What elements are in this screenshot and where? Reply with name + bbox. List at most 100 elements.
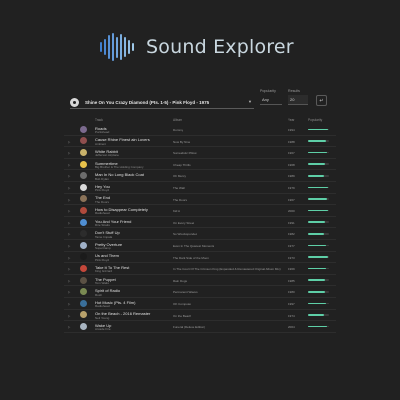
track-artist: Portishead bbox=[95, 130, 110, 135]
play-icon[interactable]: ▷ bbox=[68, 174, 70, 178]
results-label: Results bbox=[288, 89, 300, 93]
track-year: 1977 bbox=[288, 243, 295, 248]
track-album: Cheap Thrills bbox=[173, 162, 191, 167]
table-row[interactable]: ▷ Pretty Overture Supertramp Even In The Qu… bbox=[64, 240, 336, 252]
popularity-bar bbox=[308, 314, 329, 316]
track-artist: Pink Floyd bbox=[95, 257, 110, 262]
table-row[interactable]: ▷ Summertime Big Brother & The Holding Com… bbox=[64, 159, 336, 171]
album-art bbox=[80, 206, 87, 214]
play-icon[interactable]: ▷ bbox=[68, 221, 70, 225]
track-album: Surrealistic Pillow bbox=[173, 151, 197, 156]
album-art bbox=[80, 183, 87, 191]
play-icon[interactable]: ▷ bbox=[68, 232, 70, 236]
table-row[interactable]: ▷ The Puppet Tom Waits Rain Dogs 1985 bbox=[64, 275, 336, 287]
track-year: 2004 bbox=[288, 325, 295, 330]
table-row[interactable]: ▷ Don't Stuff Up Tame Impala So Wrecksponde… bbox=[64, 228, 336, 240]
popularity-fill bbox=[308, 267, 327, 270]
popularity-fill bbox=[308, 256, 328, 258]
play-icon[interactable]: ▷ bbox=[68, 314, 70, 318]
popularity-fill bbox=[308, 198, 328, 200]
popularity-bar bbox=[308, 232, 329, 235]
table-row[interactable]: ▷ Us and Them Pink Floyd The Dark Side of t… bbox=[64, 252, 336, 264]
header-year: Year bbox=[288, 118, 295, 122]
table-row[interactable]: ▷ Wake Up Arcade Fire Funeral (Deluxe Editi… bbox=[64, 321, 336, 333]
play-icon[interactable]: ▷ bbox=[68, 290, 70, 294]
search-button[interactable]: ↵ bbox=[316, 95, 327, 106]
table-row[interactable]: ▷ Man In No Long Black Coat Bob Dylan Oh Me… bbox=[64, 170, 336, 182]
track-album: Permanent Waves bbox=[173, 290, 198, 295]
table-row[interactable]: ▷ Cause Rhine Finest ain Lovers Ambient Now… bbox=[64, 136, 336, 148]
play-icon[interactable]: ▷ bbox=[68, 256, 70, 260]
header-popularity: Popularity bbox=[308, 118, 323, 122]
soundwave-bar bbox=[108, 35, 110, 59]
track-year: 2000 bbox=[288, 209, 295, 214]
table-row[interactable]: ▷ White Rabbit Jefferson Airplane Surrealis… bbox=[64, 147, 336, 159]
track-album: Funeral (Deluxe Edition) bbox=[173, 325, 206, 330]
table-row[interactable]: ▷ You And Your Friend Dire Straits On Every… bbox=[64, 217, 336, 229]
track-year: 1974 bbox=[288, 313, 295, 318]
album-art bbox=[80, 230, 87, 238]
popularity-fill bbox=[308, 140, 327, 142]
track-album: Now By Nine bbox=[173, 139, 191, 144]
album-art bbox=[80, 288, 87, 296]
results-table: Track Album Year Popularity Roads Portish… bbox=[64, 116, 336, 333]
track-artist: Rush bbox=[95, 292, 103, 297]
play-icon[interactable]: ▷ bbox=[68, 209, 70, 213]
table-row[interactable]: ▷ Hot Music (Pts. 4 Film) Radiohead OK Comp… bbox=[64, 298, 336, 310]
album-art bbox=[80, 148, 87, 156]
track-artist: Radiohead bbox=[95, 304, 110, 309]
popularity-bar bbox=[308, 267, 329, 270]
table-row[interactable]: ▷ Spirit of Radio Rush Permanent Waves 1980 bbox=[64, 286, 336, 298]
album-art bbox=[80, 322, 87, 330]
soundwave-bar bbox=[100, 42, 102, 52]
track-album: The Wall bbox=[173, 185, 185, 190]
popularity-fill bbox=[308, 186, 329, 189]
results-input[interactable]: 20 bbox=[288, 95, 308, 105]
popularity-fill bbox=[308, 314, 325, 316]
track-album: The Dark Side of the Moon bbox=[173, 255, 209, 260]
play-icon[interactable]: ▷ bbox=[68, 325, 70, 329]
track-artist: Pink Floyd bbox=[95, 188, 110, 193]
play-icon[interactable]: ▷ bbox=[68, 186, 70, 190]
play-icon[interactable]: ▷ bbox=[68, 244, 70, 248]
table-row[interactable]: ▷ Hey You Pink Floyd The Wall 1979 bbox=[64, 182, 336, 194]
table-row[interactable]: Roads Portishead Dummy 1994 bbox=[64, 124, 336, 136]
album-art bbox=[80, 264, 87, 272]
track-year: 1967 bbox=[288, 197, 295, 202]
track-album: The Doors bbox=[173, 197, 188, 202]
popularity-value: Any bbox=[262, 97, 269, 102]
table-row[interactable]: ▷ On the Beach - 2016 Remaster Neil Young O… bbox=[64, 310, 336, 322]
track-artist: Ambient bbox=[95, 141, 107, 146]
table-row[interactable]: ▷ How to Disappear Completely Radiohead Kid… bbox=[64, 205, 336, 217]
track-artist: Big Brother & The Holding Company bbox=[95, 164, 144, 169]
track-artist: Tame Impala bbox=[95, 234, 113, 239]
track-album: Even In The Quietest Moments bbox=[173, 243, 215, 248]
play-icon[interactable]: ▷ bbox=[68, 163, 70, 167]
table-header: Track Album Year Popularity bbox=[64, 116, 336, 124]
play-icon[interactable]: ▷ bbox=[68, 279, 70, 283]
album-art bbox=[80, 311, 87, 319]
album-art bbox=[80, 276, 87, 284]
play-icon[interactable]: ▷ bbox=[68, 267, 70, 271]
play-icon[interactable]: ▷ bbox=[68, 302, 70, 306]
popularity-fill bbox=[308, 174, 325, 177]
track-search-dropdown[interactable]: Shine On You Crazy Diamond (Pts. 1-5) - … bbox=[70, 96, 254, 109]
table-row[interactable]: ▷ Take It To The Rest King Gizzard In The C… bbox=[64, 263, 336, 275]
play-icon[interactable]: ▷ bbox=[68, 140, 70, 144]
popularity-select[interactable]: Any bbox=[260, 95, 282, 105]
track-artist: Tom Waits bbox=[95, 280, 109, 285]
album-art bbox=[80, 218, 87, 226]
track-album: Kid A bbox=[173, 209, 181, 214]
popularity-fill bbox=[308, 279, 325, 281]
album-art bbox=[80, 172, 87, 180]
track-year: 1997 bbox=[288, 301, 295, 306]
album-art bbox=[80, 125, 87, 133]
play-icon[interactable]: ▷ bbox=[68, 198, 70, 202]
table-row[interactable]: ▷ The End The Doors The Doors 1967 bbox=[64, 194, 336, 206]
track-year: 1979 bbox=[288, 185, 295, 190]
track-year: 1982 bbox=[288, 232, 295, 237]
popularity-bar bbox=[308, 140, 329, 142]
play-icon[interactable]: ▷ bbox=[68, 151, 70, 155]
popularity-fill bbox=[308, 232, 324, 235]
chevron-down-icon[interactable]: ▼ bbox=[248, 99, 252, 104]
